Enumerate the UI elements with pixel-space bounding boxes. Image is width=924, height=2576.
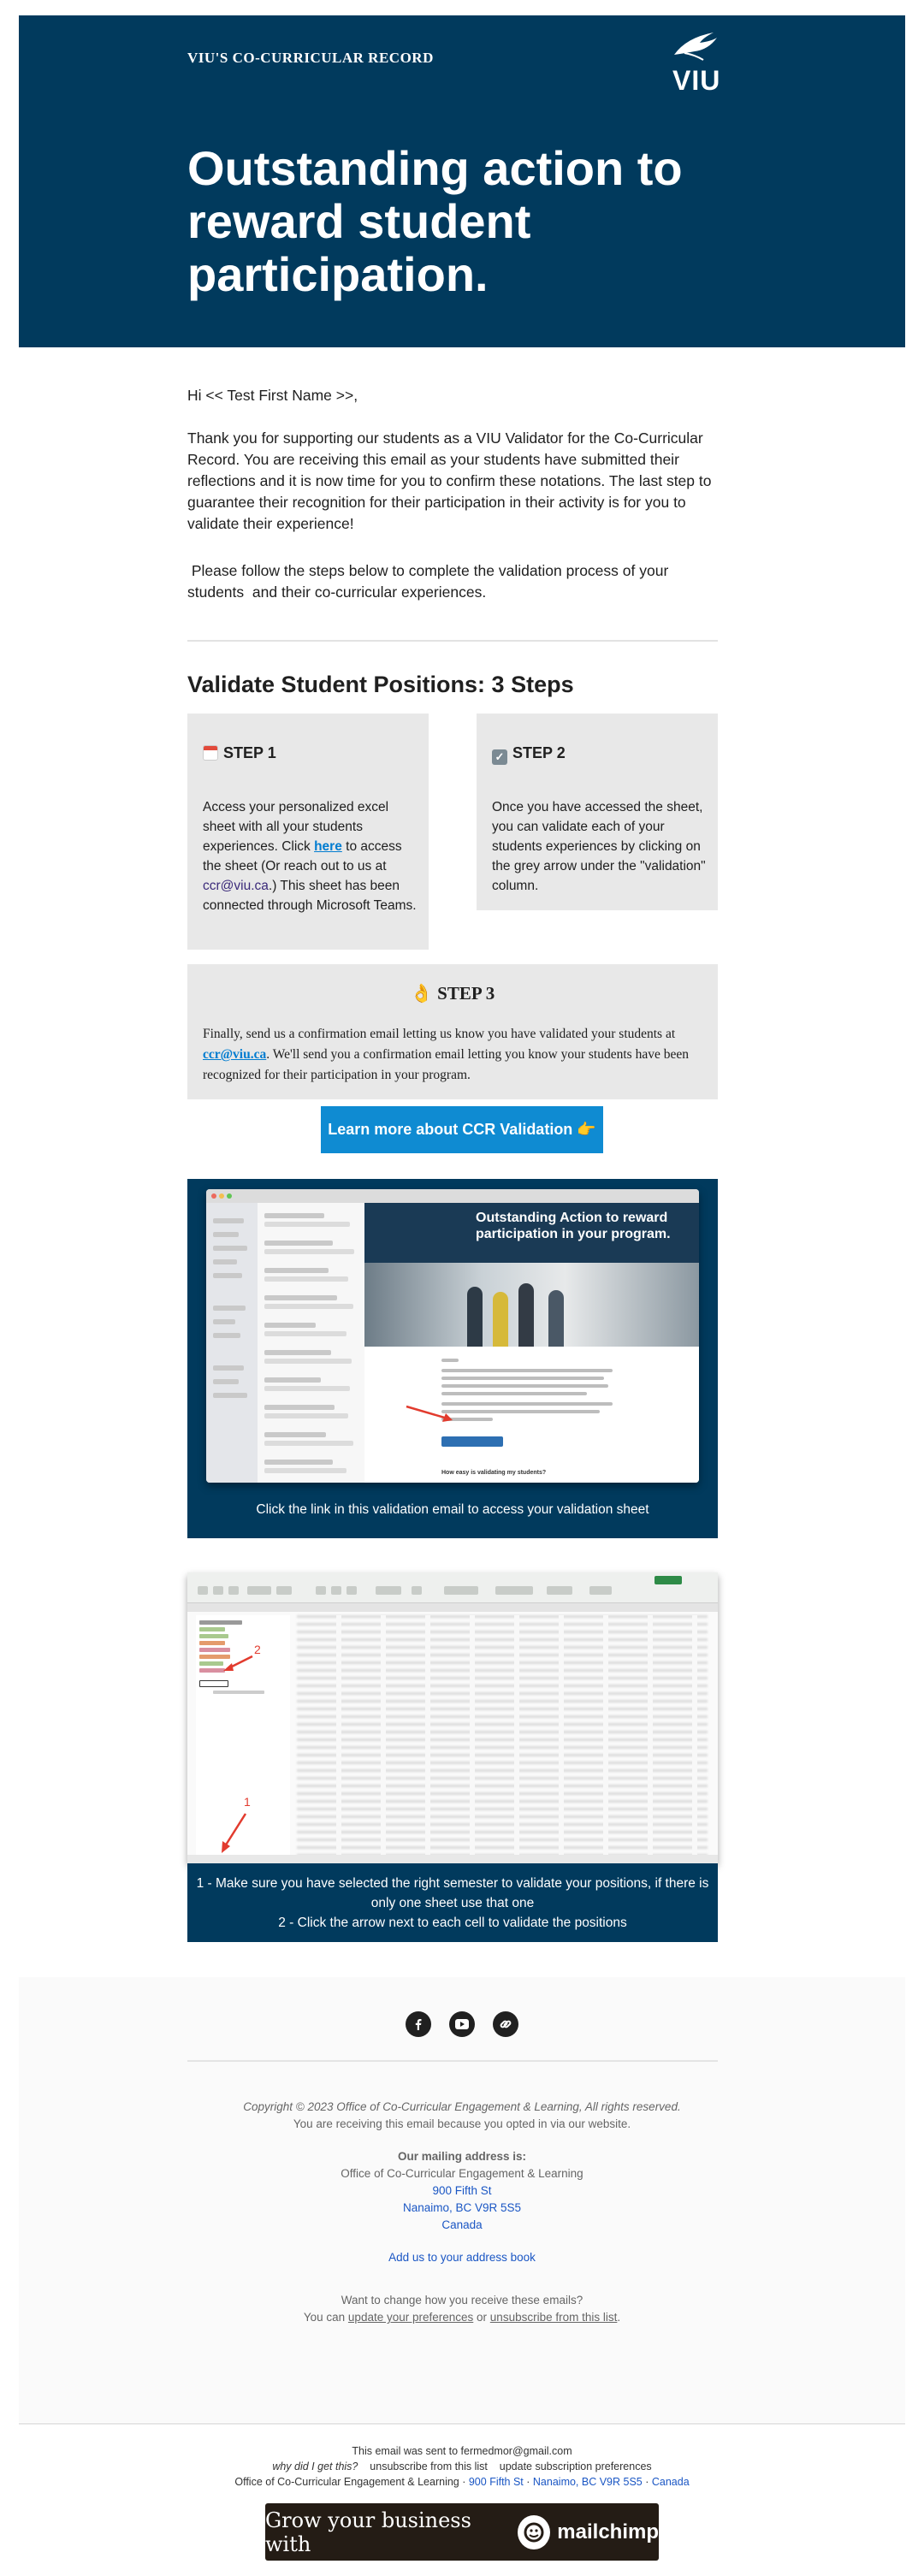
step-3-body: Finally, send us a confirmation email le… (203, 1027, 689, 1082)
opt-in-note: You are receiving this email because you… (293, 2117, 631, 2130)
share-button (654, 1576, 682, 1584)
why-link[interactable]: why did I get this? (272, 2461, 358, 2472)
mailchimp-icon (518, 2514, 551, 2549)
divider (187, 640, 718, 642)
email-link[interactable]: ccr@viu.ca (203, 1047, 266, 1062)
sheet-tabs (187, 1855, 718, 1863)
mail-list (258, 1203, 364, 1483)
address-street[interactable]: 900 Fifth St (432, 2184, 491, 2197)
students-photo (364, 1263, 699, 1347)
step-1-body: Access your personalized excel sheet wit… (203, 800, 417, 913)
change-question: Want to change how you receive these ema… (341, 2294, 583, 2307)
email-client-mockup: Outstanding Action to reward participati… (206, 1189, 699, 1483)
youtube-icon[interactable] (449, 2011, 475, 2037)
step-3-card: 👌 STEP 3 Finally, send us a confirmation… (187, 964, 718, 1099)
hero-title: Outstanding action to reward student par… (187, 141, 683, 301)
unsubscribe-link[interactable]: unsubscribe from this list (490, 2311, 618, 2324)
calendar-icon (203, 745, 218, 761)
bird-icon (674, 33, 717, 61)
panel-2-caption: 1 - Make sure you have selected the righ… (187, 1863, 718, 1942)
step-2-title: ✓ STEP 2 (492, 744, 566, 765)
sent-to-line: This email was sent to fermedmor@gmail.c… (352, 2445, 572, 2457)
step-2-card: ✓ STEP 2 Once you have accessed the sheet… (477, 714, 718, 910)
mailing-label: Our mailing address is: (397, 2150, 527, 2163)
steps-intro-paragraph: Please follow the steps below to complet… (187, 562, 673, 601)
copyright: Copyright © 2023 Office of Co-Curricular… (243, 2100, 681, 2113)
preferences-line: You can update your preferences or unsub… (303, 2311, 621, 2324)
mailchimp-badge[interactable]: Grow your business with mailchimp (265, 2503, 659, 2561)
mock-email-title: Outstanding Action to reward participati… (364, 1203, 699, 1263)
red-arrow-icon (222, 1813, 247, 1853)
step-1-title: STEP 1 (203, 744, 276, 762)
mail-sidebar (206, 1203, 258, 1483)
step-3-title: 👌 STEP 3 (410, 983, 495, 1004)
email-link[interactable]: ccr@viu.ca (203, 879, 269, 893)
checkbox-icon: ✓ (492, 749, 507, 765)
address-country[interactable]: Canada (441, 2218, 482, 2231)
mock-email-body (441, 1359, 613, 1425)
mock-validate-button (441, 1436, 503, 1447)
address-line: Office of Co-Curricular Engagement & Lea… (234, 2476, 690, 2488)
mock-question: How easy is validating my students? (441, 1470, 547, 1476)
sheet-link[interactable]: here (314, 839, 342, 854)
marker-1: 1 (244, 1795, 251, 1809)
org-name: Office of Co-Curricular Engagement & Lea… (341, 2167, 583, 2180)
mail-preview: Outstanding Action to reward participati… (364, 1203, 699, 1483)
unsubscribe-link[interactable]: unsubscribe from this list (370, 2461, 488, 2472)
intro-paragraph: Thank you for supporting our students as… (187, 429, 712, 532)
spreadsheet-screenshot: 2 1 (187, 1572, 718, 1863)
learn-more-button[interactable]: Learn more about CCR Validation 👉 (321, 1106, 603, 1153)
divider (187, 2060, 718, 2062)
panel-1-caption: Click the link in this validation email … (256, 1502, 649, 1517)
greeting: Hi << Test First Name >>, (187, 387, 358, 404)
facebook-icon[interactable] (406, 2011, 431, 2037)
validation-email-screenshot: Outstanding Action to reward participati… (187, 1179, 718, 1538)
viu-logo[interactable]: VIU (669, 29, 720, 98)
divider (19, 2423, 905, 2425)
red-arrow-icon (223, 1655, 253, 1671)
section-heading: Validate Student Positions: 3 Steps (187, 672, 574, 697)
update-preferences-link[interactable]: update your preferences (348, 2311, 473, 2324)
window-titlebar (206, 1189, 699, 1203)
spreadsheet-toolbar (187, 1572, 718, 1603)
brand-name: VIU'S CO-CURRICULAR RECORD (187, 50, 434, 66)
email-actions: why did I get this? unsubscribe from thi… (0, 2461, 924, 2472)
column-headers (187, 1603, 718, 1612)
update-subscription-link[interactable]: update subscription preferences (500, 2461, 652, 2472)
logo-text: VIU (672, 65, 721, 96)
address-city[interactable]: Nanaimo, BC V9R 5S5 (403, 2201, 521, 2214)
ok-hand-icon: 👌 (410, 983, 433, 1004)
step-1-card: STEP 1 Access your personalized excel sh… (187, 714, 429, 950)
add-to-address-book-link[interactable]: Add us to your address book (388, 2251, 536, 2264)
step-2-body: Once you have accessed the sheet, you ca… (492, 800, 706, 893)
footer: Copyright © 2023 Office of Co-Curricular… (19, 1977, 905, 2422)
link-icon[interactable] (493, 2011, 518, 2037)
red-arrow-icon (406, 1405, 453, 1422)
